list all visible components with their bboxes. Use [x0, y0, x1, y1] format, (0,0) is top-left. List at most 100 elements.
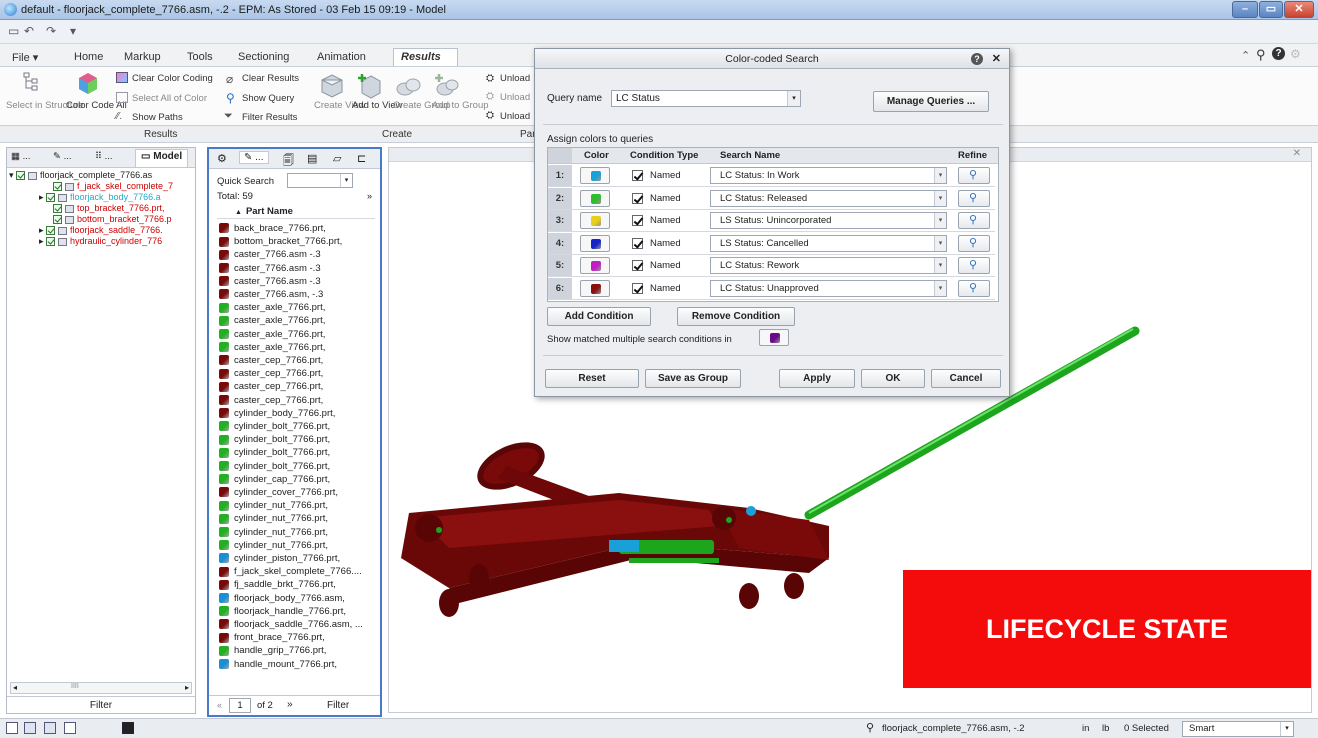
part-list-item[interactable]: cylinder_nut_7766.prt, — [219, 527, 328, 540]
console-icon[interactable] — [122, 722, 134, 734]
ok-button[interactable]: OK — [861, 369, 925, 388]
refine-button[interactable]: ⚲ — [958, 279, 990, 297]
part-list-item[interactable]: caster_cep_7766.prt, — [219, 395, 323, 408]
new-icon[interactable]: ▭ — [8, 24, 19, 38]
query-row[interactable]: 1: Named LC Status: In Work ▾ ⚲ — [548, 165, 995, 187]
prev-page-icon[interactable]: « — [217, 700, 222, 710]
manage-queries-button[interactable]: Manage Queries ... — [873, 91, 989, 112]
left-filter-button[interactable]: Filter — [7, 696, 195, 714]
bom-tab-icon[interactable]: ▤ — [307, 152, 317, 165]
part-list-item[interactable]: f_jack_skel_complete_7766.... — [219, 566, 362, 579]
tab-markup[interactable]: Markup — [116, 48, 169, 66]
part-list-item[interactable]: caster_7766.asm -.3 — [219, 276, 321, 289]
results-filter-button[interactable]: Filter — [327, 700, 349, 711]
unload-button-1[interactable]: Unload — [500, 73, 530, 84]
horizontal-scrollbar[interactable]: ◂ IIII ▸ — [10, 682, 192, 694]
show-query-button[interactable]: Show Query — [242, 93, 294, 104]
clear-color-coding-button[interactable]: Clear Color Coding — [132, 73, 213, 84]
part-list-item[interactable]: caster_cep_7766.prt, — [219, 368, 323, 381]
tab-model[interactable]: ▭ Model — [135, 149, 189, 167]
tab-structure[interactable]: ⠿ ... — [95, 151, 113, 162]
row-color-button[interactable] — [580, 234, 610, 252]
checkbox[interactable] — [46, 237, 56, 247]
part-list-item[interactable]: cylinder_nut_7766.prt, — [219, 500, 328, 513]
part-list-item[interactable]: bottom_bracket_7766.prt, — [219, 236, 342, 249]
part-list-item[interactable]: caster_7766.asm, -.3 — [219, 289, 323, 302]
tab-home[interactable]: Home — [66, 48, 111, 66]
undo-icon[interactable]: ↶ — [24, 24, 34, 38]
page-input[interactable]: 1 — [229, 698, 251, 713]
tree-item[interactable]: bottom_bracket_7766.p — [53, 214, 172, 225]
create-view-button[interactable]: Create View — [314, 100, 366, 111]
named-checkbox[interactable] — [632, 237, 643, 249]
query-row[interactable]: 6: Named LC Status: Unapproved ▾ ⚲ — [548, 277, 995, 300]
search-tab-icon[interactable]: ⚙ — [217, 152, 227, 165]
part-list-item[interactable]: caster_axle_7766.prt, — [219, 342, 325, 355]
part-list-item[interactable]: caster_7766.asm -.3 — [219, 249, 321, 262]
apply-button[interactable]: Apply — [779, 369, 855, 388]
part-list-item[interactable]: cylinder_bolt_7766.prt, — [219, 434, 330, 447]
select-all-of-color-button[interactable]: Select All of Color — [132, 93, 207, 104]
layers-tab-icon[interactable]: ▱ — [333, 152, 341, 165]
part-list-item[interactable]: cylinder_cover_7766.prt, — [219, 487, 338, 500]
part-list-item[interactable]: caster_axle_7766.prt, — [219, 302, 325, 315]
customize-icon[interactable]: ▾ — [70, 24, 76, 38]
part-list-item[interactable]: floorjack_body_7766.asm, — [219, 593, 345, 606]
part-name-column-header[interactable]: ▲ Part Name — [217, 206, 375, 219]
tab-file[interactable]: File ▾ — [4, 48, 46, 66]
search-name-dropdown[interactable]: LC Status: Unapproved ▾ — [710, 279, 947, 297]
query-row[interactable]: 5: Named LC Status: Rework ▾ ⚲ — [548, 255, 995, 277]
checkbox[interactable] — [53, 182, 62, 192]
reset-button[interactable]: Reset — [545, 369, 639, 388]
row-color-button[interactable] — [580, 167, 610, 184]
minimize-ribbon-icon[interactable]: ⌃ — [1241, 49, 1250, 62]
unload-button-3[interactable]: Unload — [500, 111, 530, 122]
tree-item[interactable]: ▸ hydraulic_cylinder_776 — [39, 236, 162, 247]
query-tab-icon[interactable]: ✎ ... — [239, 151, 269, 164]
checkbox[interactable] — [53, 204, 62, 214]
unload-button-2[interactable]: Unload — [500, 92, 530, 103]
part-list-item[interactable]: cylinder_nut_7766.prt, — [219, 540, 328, 553]
scroll-left-icon[interactable]: ◂ — [13, 683, 17, 692]
search-icon[interactable]: ⚲ — [1256, 47, 1266, 63]
structure-tab-icon[interactable]: ⊏ — [357, 152, 366, 165]
named-checkbox[interactable] — [632, 215, 643, 226]
search-name-dropdown[interactable]: LC Status: Released ▾ — [710, 189, 947, 207]
save-as-group-button[interactable]: Save as Group — [645, 369, 741, 388]
quick-search-dropdown[interactable]: ▾ — [287, 173, 353, 188]
refine-button[interactable]: ⚲ — [958, 212, 990, 229]
add-to-view-button[interactable]: Add to View — [352, 100, 403, 111]
refine-button[interactable]: ⚲ — [958, 189, 990, 207]
dialog-close-icon[interactable]: ✕ — [992, 49, 1001, 69]
part-list-item[interactable]: front_brace_7766.prt, — [219, 632, 325, 645]
part-list-item[interactable]: cylinder_bolt_7766.prt, — [219, 447, 330, 460]
dialog-title-bar[interactable]: Color-coded Search ? ✕ — [535, 49, 1009, 69]
chevron-down-icon[interactable]: ▾ — [787, 91, 800, 106]
part-list-item[interactable]: handle_mount_7766.prt, — [219, 659, 337, 672]
layout-1-icon[interactable] — [6, 722, 18, 734]
help-icon[interactable]: ? — [971, 53, 983, 65]
document-tab-icon[interactable]: 🗐 — [283, 152, 294, 171]
part-list-item[interactable]: back_brace_7766.prt, — [219, 223, 326, 236]
add-condition-button[interactable]: Add Condition — [547, 307, 651, 326]
named-checkbox[interactable] — [632, 282, 643, 294]
part-list-item[interactable]: caster_7766.asm -.3 — [219, 263, 321, 276]
refine-button[interactable]: ⚲ — [958, 167, 990, 184]
named-checkbox[interactable] — [632, 260, 643, 271]
checkbox[interactable] — [46, 193, 56, 203]
part-list-item[interactable]: caster_axle_7766.prt, — [219, 329, 325, 342]
row-color-button[interactable] — [580, 257, 610, 274]
show-paths-button[interactable]: Show Paths — [132, 112, 183, 123]
part-list-item[interactable]: cylinder_body_7766.prt, — [219, 408, 335, 421]
part-list-item[interactable]: floorjack_handle_7766.prt, — [219, 606, 346, 619]
tab-layers[interactable]: ▦ ... — [11, 151, 31, 162]
query-row[interactable]: 3: Named LS Status: Unincorporated ▾ ⚲ — [548, 210, 995, 232]
part-list-item[interactable]: cylinder_cap_7766.prt, — [219, 474, 330, 487]
minimize-button[interactable]: – — [1232, 1, 1258, 18]
next-page-icon[interactable]: » — [287, 699, 293, 710]
search-name-dropdown[interactable]: LS Status: Unincorporated ▾ — [710, 212, 947, 229]
checkbox[interactable] — [53, 215, 62, 225]
redo-icon[interactable]: ↷ — [46, 24, 56, 38]
query-row[interactable]: 4: Named LS Status: Cancelled ▾ ⚲ — [548, 232, 995, 255]
tab-animation[interactable]: Animation — [309, 48, 374, 66]
